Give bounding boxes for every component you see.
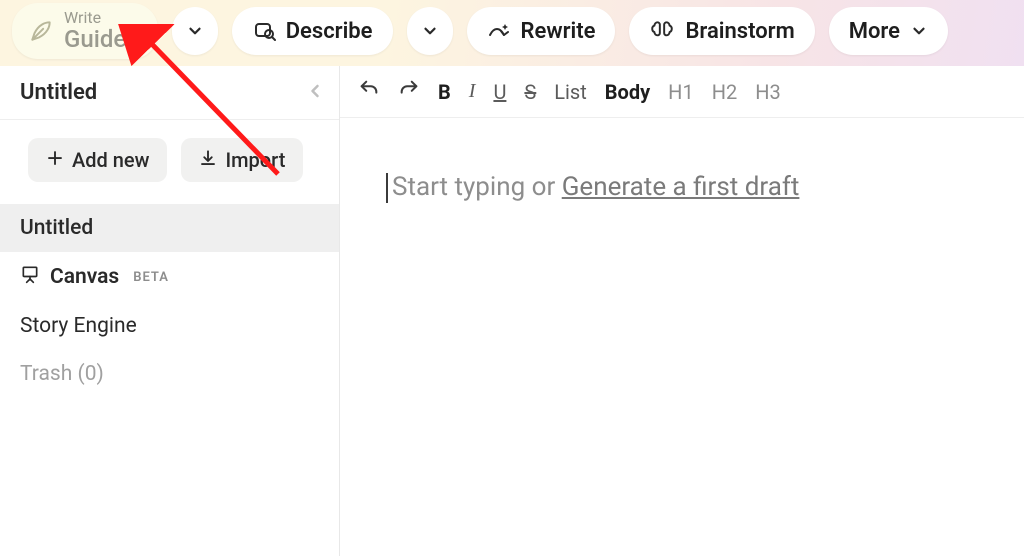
editor-placeholder: Start typing or: [392, 172, 562, 202]
feather-icon: [28, 18, 54, 44]
editor-content[interactable]: Start typing or Generate a first draft: [340, 118, 1024, 203]
sidebar: Untitled Add new Import Untitled: [0, 66, 340, 556]
write-mode-button[interactable]: Write Guided: [12, 3, 158, 59]
h3-button[interactable]: H3: [755, 80, 781, 104]
write-dropdown[interactable]: [172, 7, 218, 55]
h1-button[interactable]: H1: [668, 80, 694, 104]
sidebar-item-story-engine[interactable]: Story Engine: [0, 302, 339, 350]
describe-button[interactable]: Describe: [232, 7, 393, 55]
chevron-left-icon: [305, 81, 325, 101]
strike-button[interactable]: S: [524, 80, 536, 104]
import-button[interactable]: Import: [181, 138, 303, 182]
redo-button[interactable]: [398, 78, 420, 105]
format-toolbar: B I U S List Body H1 H2 H3: [340, 66, 1024, 118]
chevron-down-icon: [421, 22, 439, 40]
brain-icon: [649, 18, 675, 44]
add-new-label: Add new: [72, 148, 149, 172]
plus-icon: [46, 148, 64, 172]
sidebar-item-label: Story Engine: [20, 314, 137, 338]
beta-badge: BETA: [133, 270, 169, 285]
list-button[interactable]: List: [554, 80, 587, 104]
bold-button[interactable]: B: [438, 80, 451, 104]
import-label: Import: [225, 148, 285, 172]
italic-button[interactable]: I: [469, 80, 476, 103]
describe-label: Describe: [286, 19, 373, 44]
sidebar-item-trash[interactable]: Trash (0): [0, 350, 339, 398]
sidebar-item-label: Trash (0): [20, 362, 104, 386]
redo-icon: [398, 78, 420, 100]
describe-dropdown[interactable]: [407, 7, 453, 55]
more-button[interactable]: More: [829, 7, 948, 55]
rewrite-label: Rewrite: [521, 19, 596, 44]
undo-button[interactable]: [358, 78, 380, 105]
brainstorm-label: Brainstorm: [685, 19, 794, 44]
main-area: Untitled Add new Import Untitled: [0, 66, 1024, 556]
generate-first-draft-link[interactable]: Generate a first draft: [562, 172, 800, 202]
download-icon: [199, 148, 217, 172]
easel-icon: [20, 264, 40, 290]
sidebar-item-untitled[interactable]: Untitled: [0, 204, 339, 252]
text-cursor: [386, 173, 388, 203]
collapse-sidebar-button[interactable]: [305, 81, 325, 105]
sidebar-item-canvas[interactable]: Canvas BETA: [0, 252, 339, 302]
sidebar-item-label: Canvas: [50, 265, 119, 289]
h2-button[interactable]: H2: [712, 80, 738, 104]
brainstorm-button[interactable]: Brainstorm: [629, 7, 814, 55]
rewrite-icon: [487, 19, 511, 43]
chevron-down-icon: [186, 22, 204, 40]
describe-icon: [252, 19, 276, 43]
sidebar-item-label: Untitled: [20, 216, 93, 240]
document-title: Untitled: [20, 80, 97, 105]
chevron-down-icon: [910, 22, 928, 40]
more-label: More: [849, 19, 900, 44]
sidebar-header: Untitled: [0, 66, 339, 120]
add-new-button[interactable]: Add new: [28, 138, 167, 182]
top-toolbar: Write Guided Describe Rewrite Brainstorm…: [0, 0, 1024, 66]
sidebar-list: Untitled Canvas BETA Story Engine Trash …: [0, 204, 339, 398]
editor-pane: B I U S List Body H1 H2 H3 Start typing …: [340, 66, 1024, 556]
underline-button[interactable]: U: [493, 80, 506, 104]
body-style-button[interactable]: Body: [605, 80, 650, 104]
undo-icon: [358, 78, 380, 100]
rewrite-button[interactable]: Rewrite: [467, 7, 616, 55]
sidebar-actions: Add new Import: [0, 120, 339, 204]
write-mode: Guided: [64, 27, 140, 52]
